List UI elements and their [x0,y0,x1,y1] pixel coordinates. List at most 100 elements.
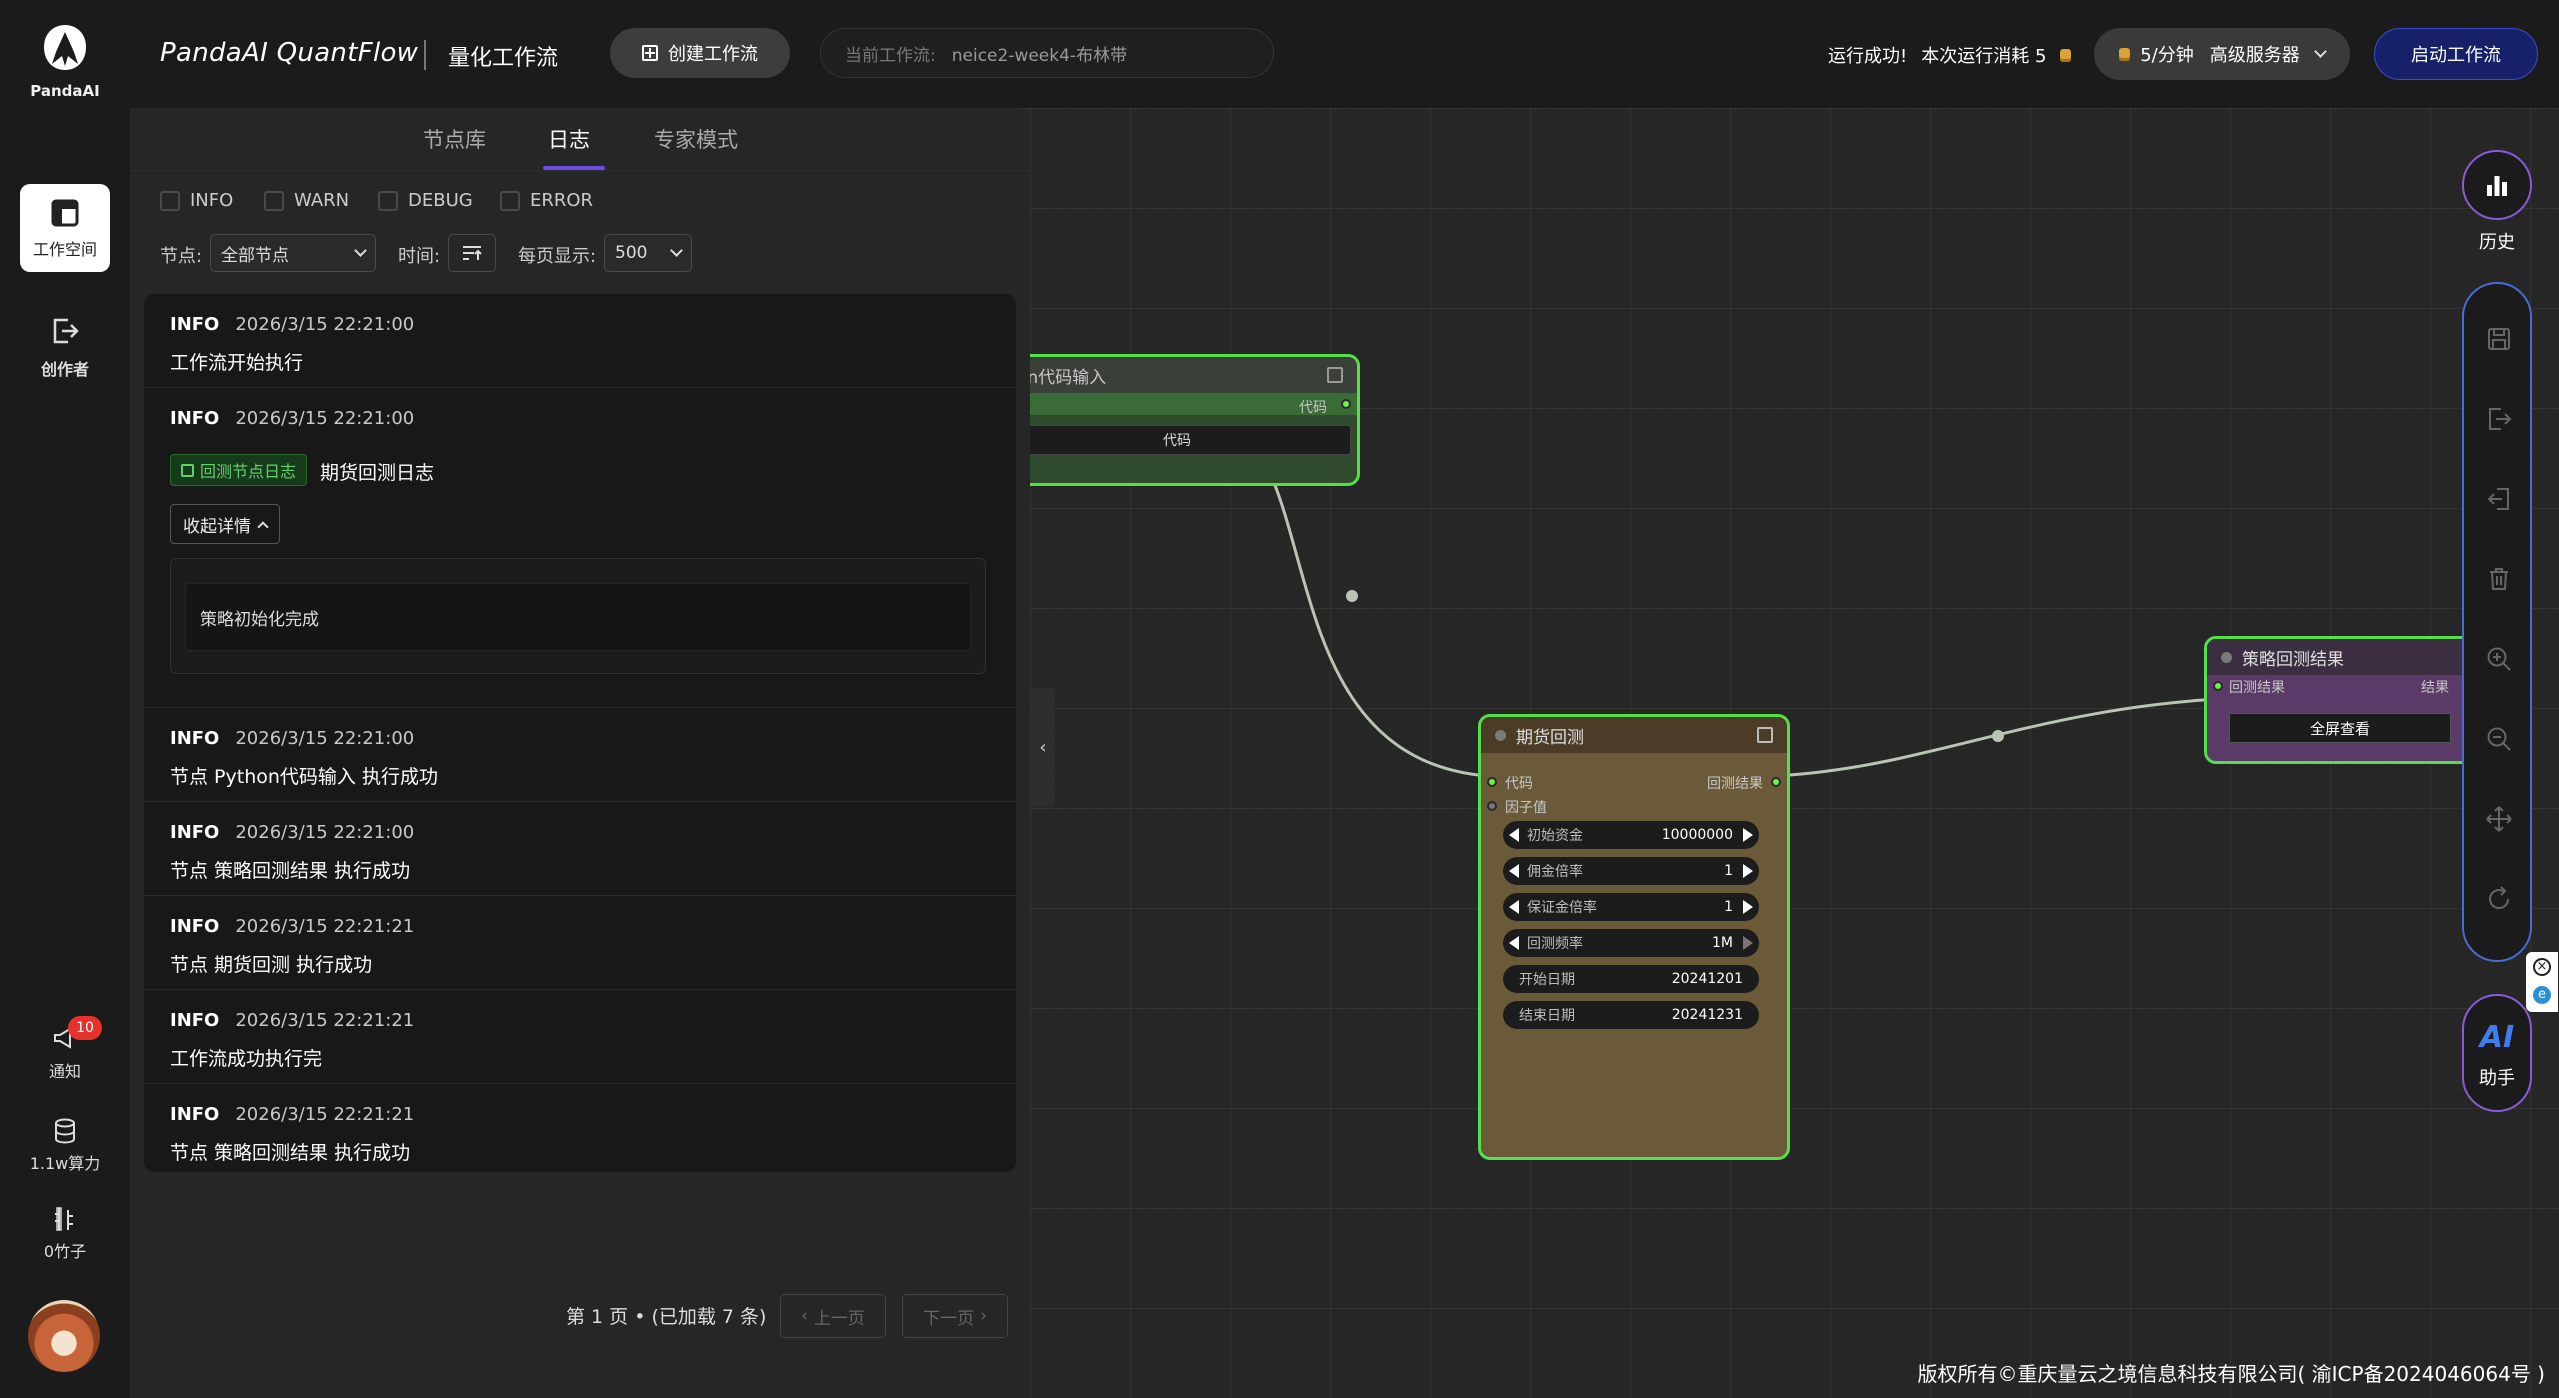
panel-collapse-handle[interactable]: ‹ [1031,688,1055,806]
divider [424,40,426,70]
filter-info-checkbox[interactable]: INFO [160,190,233,211]
refresh-tool[interactable] [2464,874,2534,924]
chevron-left-icon: ‹ [1039,736,1047,758]
log-list[interactable]: INFO 2026/3/15 22:21:00 工作流开始执行 INFO 2026/… [144,294,1016,1172]
checkbox-label: DEBUG [408,190,473,211]
widget-start-date[interactable]: 开始日期 20241201 [1503,965,1759,993]
delete-tool[interactable] [2464,554,2534,604]
widget-margin[interactable]: 保证金倍率 1 [1503,893,1759,921]
log-level: INFO [170,822,220,843]
checkbox-box[interactable] [378,190,398,211]
node-python-code-input[interactable]: on代码输入 代码 代码 [1000,354,1360,486]
filter-warn-checkbox[interactable]: WARN [264,190,349,211]
input-port-result[interactable] [2213,681,2223,691]
export-tool[interactable] [2464,394,2534,444]
footer-copyright: 版权所有©重庆量云之境信息科技有限公司( 渝ICP备2024046064号 ) [1917,1362,2546,1386]
decrement-icon[interactable] [1509,900,1519,914]
widget-end-date[interactable]: 结束日期 20241231 [1503,1001,1759,1029]
code-field[interactable]: 代码 [1003,425,1351,455]
trash-icon [2490,568,2508,590]
widget-frequency[interactable]: 回测频率 1M [1503,929,1759,957]
widget-commission[interactable]: 佣金倍率 1 [1503,857,1759,885]
save-tool[interactable] [2464,314,2534,364]
log-message: 节点 策略回测结果 执行成功 [170,860,411,882]
bamboo-icon [55,1207,73,1231]
top-header: PandaAI PandaAI QuantFlow 量化工作流 创建工作流 当前… [0,0,2559,108]
sidebar-item-workspace[interactable]: 工作空间 [20,184,110,272]
prev-page-button[interactable]: ‹ 上一页 [780,1294,886,1338]
check-square-icon [181,463,194,477]
log-time: 2026/3/15 22:21:21 [235,1010,415,1031]
start-workflow-button[interactable]: 启动工作流 [2374,28,2538,80]
tab-node-library[interactable]: 节点库 [423,124,486,154]
pan-tool[interactable] [2464,794,2534,844]
log-time: 2026/3/15 22:21:00 [235,314,415,335]
avatar[interactable] [28,1300,100,1372]
sidebar-item-label: 通知 [48,1062,81,1081]
increment-icon[interactable] [1743,864,1753,878]
widget-value: 10000000 [1661,827,1733,843]
widget-initial-capital[interactable]: 初始资金 10000000 [1503,821,1759,849]
floating-widget[interactable]: × e [2526,952,2558,1012]
ai-assistant-button[interactable]: AI 助手 [2462,994,2532,1112]
decrement-icon[interactable] [1509,828,1519,842]
node-strategy-result[interactable]: 策略回测结果 回测结果 结果 全屏查看 [2204,636,2504,764]
node-filter-select[interactable]: 全部节点 [210,234,376,272]
zoom-out-tool[interactable] [2464,714,2534,764]
increment-icon[interactable] [1743,900,1753,914]
close-circle-icon[interactable]: × [2533,958,2551,976]
chevron-down-icon [2313,45,2327,58]
history-button[interactable] [2462,150,2532,220]
widget-label: 回测频率 [1527,936,1583,952]
edit-icon[interactable] [1757,727,1773,743]
sidebar-item-bamboo[interactable]: 0竹子 [20,1206,110,1266]
chevron-down-icon [354,244,367,257]
sidebar-item-notify[interactable]: 10 通知 [20,1016,110,1086]
tab-logs[interactable]: 日志 [548,124,590,154]
per-page-select[interactable]: 500 [604,234,692,272]
zoom-in-icon [2487,647,2511,671]
log-entry: INFO 2026/3/15 22:21:00 节点 策略回测结果 执行成功 [144,802,1016,896]
widget-value: 20241201 [1671,971,1743,987]
log-time: 2026/3/15 22:21:00 [235,822,415,843]
chevron-left-icon: ‹ [801,1306,808,1326]
refresh-icon [2489,886,2510,910]
next-page-button[interactable]: 下一页 › [902,1294,1008,1338]
current-workflow-field[interactable]: 当前工作流: neice2-week4-布林带 [820,28,1274,78]
increment-icon[interactable] [1743,936,1753,950]
time-sort-button[interactable] [448,234,496,272]
output-port-code[interactable] [1341,399,1351,409]
filter-debug-checkbox[interactable]: DEBUG [378,190,473,211]
server-selector[interactable]: 5/分钟 高级服务器 [2094,28,2350,80]
edge-icon[interactable]: e [2533,986,2551,1004]
tab-expert-mode[interactable]: 专家模式 [654,124,738,154]
sidebar-item-compute[interactable]: 1.1w算力 [20,1118,110,1178]
port-label-factor: 因子值 [1505,800,1547,816]
create-workflow-button[interactable]: 创建工作流 [610,28,790,78]
connection-midpoint[interactable] [1992,730,2004,742]
sidebar-item-creator[interactable]: 创作者 [20,316,110,386]
checkbox-box[interactable] [500,190,520,211]
logo[interactable]: PandaAI [0,0,130,108]
zoom-in-tool[interactable] [2464,634,2534,684]
input-port-factor[interactable] [1487,801,1497,811]
widget-label: 结束日期 [1519,1008,1575,1024]
input-port-code[interactable] [1487,777,1497,787]
filter-error-checkbox[interactable]: ERROR [500,190,593,211]
decrement-icon[interactable] [1509,864,1519,878]
edit-icon[interactable] [1327,367,1343,383]
output-port-result[interactable] [1771,777,1781,787]
collapse-details-button[interactable]: 收起详情 [170,504,280,544]
increment-icon[interactable] [1743,828,1753,842]
checkbox-label: ERROR [530,190,594,211]
checkbox-box[interactable] [264,190,284,211]
checkbox-label: INFO [190,190,234,211]
checkbox-box[interactable] [160,190,180,211]
widget-label: 保证金倍率 [1527,900,1597,916]
node-futures-backtest[interactable]: 期货回测 代码 因子值 回测结果 初始资金 10000000 佣金倍率 1 保证金倍… [1478,714,1790,1160]
connection-midpoint[interactable] [1346,590,1358,602]
decrement-icon[interactable] [1509,936,1519,950]
fullscreen-button[interactable]: 全屏查看 [2229,713,2451,743]
import-tool[interactable] [2464,474,2534,524]
log-panel: 节点库 日志 专家模式 INFO WARN DEBUG ERROR 节点: 全部… [130,108,1030,1398]
